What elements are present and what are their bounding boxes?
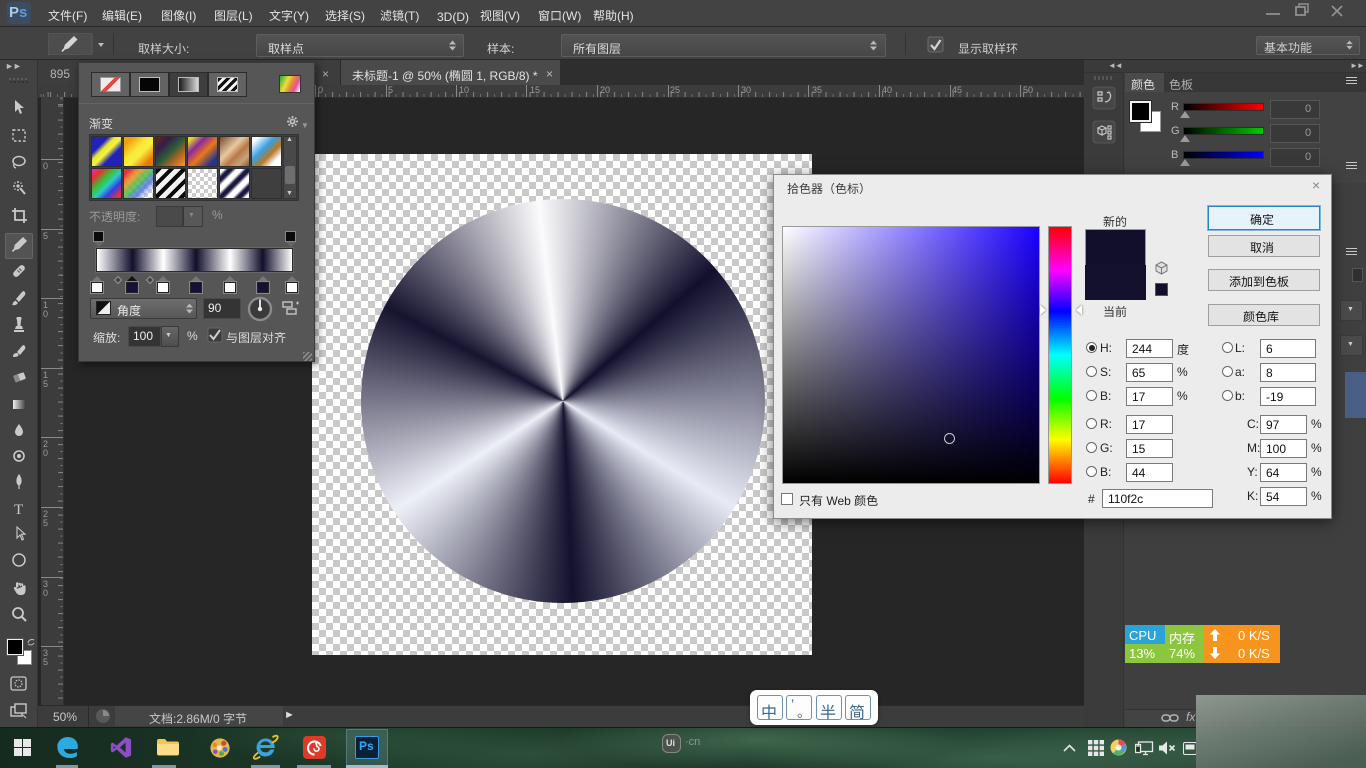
svg-text:T: T xyxy=(14,502,23,517)
